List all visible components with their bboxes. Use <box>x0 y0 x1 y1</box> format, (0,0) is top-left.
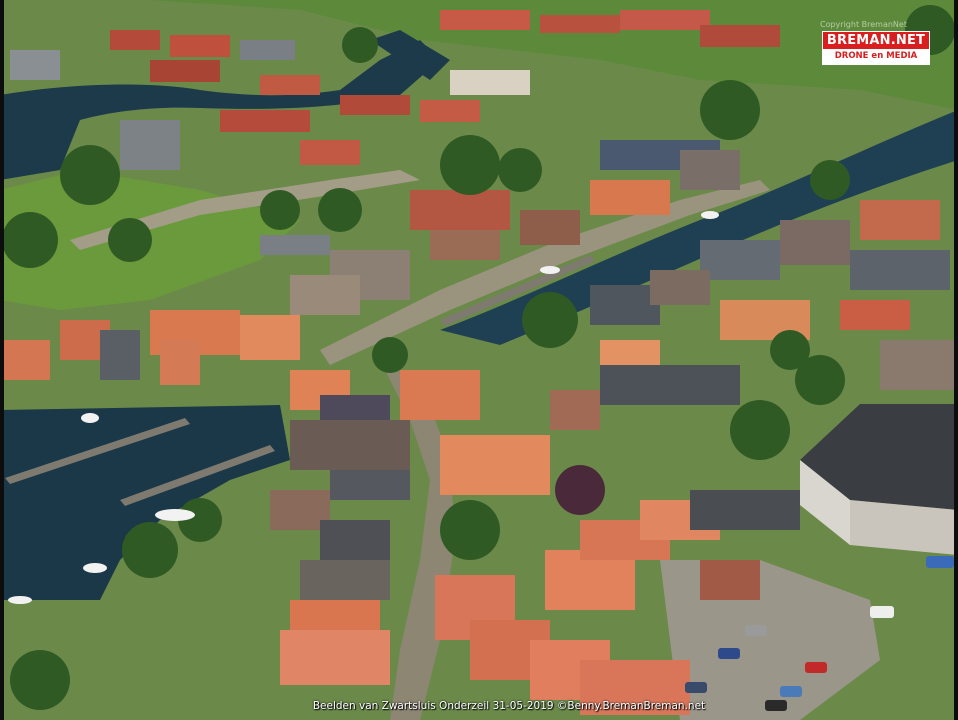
frame-left-edge <box>0 0 4 720</box>
frame-right-edge <box>954 0 958 720</box>
logo-tagline-text: DRONE en MEDIA <box>823 49 929 64</box>
aerial-town-photo <box>0 0 958 720</box>
photo-caption: Beelden van Zwartsluis Onderzeil 31-05-2… <box>312 700 706 712</box>
brand-logo: BREMAN.NET DRONE en MEDIA <box>822 31 930 65</box>
logo-brand-text: BREMAN.NET <box>823 32 929 49</box>
copyright-watermark: Copyright BremanNet <box>820 20 907 29</box>
